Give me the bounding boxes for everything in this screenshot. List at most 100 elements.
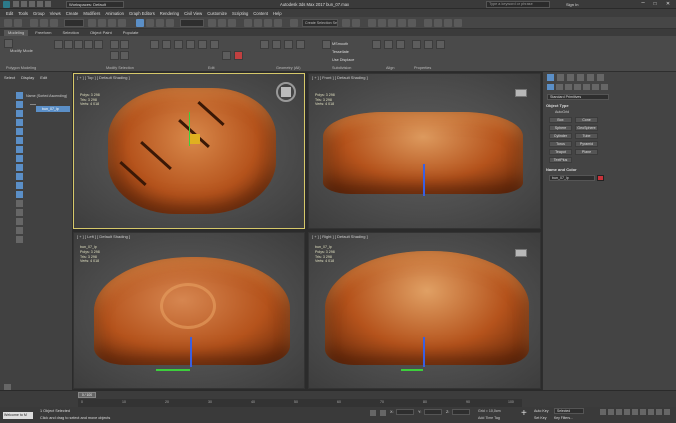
scene-list-item[interactable]: bun_07_lp xyxy=(36,106,70,112)
menu-scripting[interactable]: Scripting xyxy=(232,11,248,16)
modify-tab-icon[interactable] xyxy=(557,74,564,81)
menu-animation[interactable]: Animation xyxy=(105,11,124,16)
select-manipulate-icon[interactable] xyxy=(218,19,226,27)
signin-button[interactable]: Sign In xyxy=(566,2,578,7)
invert-display-icon[interactable] xyxy=(16,218,23,225)
material-editor-icon[interactable] xyxy=(424,19,432,27)
x-coord-field[interactable] xyxy=(396,409,414,415)
minimize-button[interactable]: – xyxy=(638,0,648,8)
scene-tab-edit[interactable]: Edit xyxy=(40,75,47,80)
filter-frozen-icon[interactable] xyxy=(16,182,23,189)
systems-icon[interactable] xyxy=(601,84,608,90)
toggle-scene-explorer-icon[interactable] xyxy=(368,19,376,27)
filter-spacewarps-icon[interactable] xyxy=(16,137,23,144)
pivot-center-icon[interactable] xyxy=(208,19,216,27)
angle-snap-icon[interactable] xyxy=(254,19,262,27)
move-gizmo-z-axis[interactable] xyxy=(423,164,425,196)
scene-root-item[interactable] xyxy=(30,101,36,105)
edge-icon[interactable] xyxy=(64,40,73,49)
group-align[interactable]: Align xyxy=(386,66,394,70)
lock-selection-icon[interactable] xyxy=(370,410,376,416)
viewcube[interactable] xyxy=(515,89,527,97)
toggle-layer-explorer-icon[interactable] xyxy=(378,19,386,27)
constraint-edge-icon[interactable] xyxy=(234,51,243,60)
pyramid-button[interactable]: Pyramid xyxy=(575,141,598,147)
render-production-icon[interactable] xyxy=(454,19,462,27)
move-gizmo-y-axis[interactable] xyxy=(401,369,423,371)
menu-tools[interactable]: Tools xyxy=(18,11,28,16)
tab-modeling[interactable]: Modeling xyxy=(4,29,29,36)
cylinder-button[interactable]: Cylinder xyxy=(549,133,572,139)
rect-selection-icon[interactable] xyxy=(108,19,116,27)
sphere-button[interactable]: Sphere xyxy=(549,125,572,131)
auto-key-button[interactable]: Auto Key xyxy=(534,409,549,413)
polygon-icon[interactable] xyxy=(84,40,93,49)
helpers-icon[interactable] xyxy=(583,84,590,90)
display-none-icon[interactable] xyxy=(16,209,23,216)
grow-icon[interactable] xyxy=(110,40,119,49)
smooth-icon[interactable] xyxy=(424,40,433,49)
pan-icon[interactable] xyxy=(656,409,662,415)
geosphere-button[interactable]: GeoSphere xyxy=(575,125,598,131)
collapse-icon[interactable] xyxy=(296,40,305,49)
unlink-icon[interactable] xyxy=(40,19,48,27)
scene-tab-select[interactable]: Select xyxy=(4,75,15,80)
workspace-dropdown[interactable]: Workspaces: Default xyxy=(66,1,124,8)
motion-tab-icon[interactable] xyxy=(577,74,584,81)
hierarchy-tab-icon[interactable] xyxy=(567,74,574,81)
menu-edit[interactable]: Edit xyxy=(6,11,13,16)
constraint-none-icon[interactable] xyxy=(222,51,231,60)
track-bar[interactable] xyxy=(78,399,522,407)
select-object-icon[interactable] xyxy=(88,19,96,27)
group-edit[interactable]: Edit xyxy=(208,66,215,70)
shrink-icon[interactable] xyxy=(120,40,129,49)
goto-start-icon[interactable] xyxy=(600,409,606,415)
viewport-label[interactable]: [ + ] [ Right ] [ Default Shading ] xyxy=(312,234,368,239)
mirror-icon[interactable] xyxy=(342,19,350,27)
primitive-type-dropdown[interactable]: Standard Primitives xyxy=(547,94,609,100)
reference-coord-dropdown[interactable] xyxy=(180,19,204,27)
new-icon[interactable] xyxy=(13,1,19,7)
filter-containers-icon[interactable] xyxy=(16,173,23,180)
close-button[interactable]: ✕ xyxy=(662,1,674,8)
display-all-icon[interactable] xyxy=(16,200,23,207)
move-icon[interactable] xyxy=(136,19,144,27)
group-geometry-all[interactable]: Geometry (All) xyxy=(276,66,300,70)
tab-populate[interactable]: Populate xyxy=(119,30,143,36)
quickslice-icon[interactable] xyxy=(162,40,171,49)
sync-selection-icon[interactable] xyxy=(16,236,23,243)
app-logo-icon[interactable] xyxy=(3,1,10,8)
filter-helpers-icon[interactable] xyxy=(16,128,23,135)
group-subdivision[interactable]: Subdivision xyxy=(332,66,351,70)
filter-geometry-icon[interactable] xyxy=(16,92,23,99)
find-case-icon[interactable] xyxy=(16,227,23,234)
viewport-left[interactable]: [ + ] [ Left ] [ Default Shading ] bun_0… xyxy=(73,232,305,389)
filter-groups-icon[interactable] xyxy=(16,146,23,153)
undo-icon[interactable] xyxy=(37,1,43,7)
orbit-icon[interactable] xyxy=(664,409,670,415)
redo-icon[interactable] xyxy=(45,1,51,7)
keyboard-shortcut-icon[interactable] xyxy=(228,19,236,27)
curve-editor-icon[interactable] xyxy=(398,19,406,27)
create-icon[interactable] xyxy=(272,40,281,49)
redo-icon[interactable] xyxy=(14,19,22,27)
attach-icon[interactable] xyxy=(284,40,293,49)
absolute-mode-icon[interactable] xyxy=(380,410,386,416)
swift-loop-icon[interactable] xyxy=(174,40,183,49)
viewport-label[interactable]: [ + ] [ Front ] [ Default Shading ] xyxy=(312,75,368,80)
align-view-icon[interactable] xyxy=(372,40,381,49)
move-gizmo-plane[interactable] xyxy=(190,134,200,144)
zoom-icon[interactable] xyxy=(640,409,646,415)
object-color-swatch[interactable] xyxy=(597,175,604,181)
z-coord-field[interactable] xyxy=(452,409,470,415)
align-icon[interactable] xyxy=(352,19,360,27)
snaps-toggle-icon[interactable] xyxy=(244,19,252,27)
menu-rendering[interactable]: Rendering xyxy=(160,11,179,16)
geometry-icon[interactable] xyxy=(547,84,554,90)
menu-civil-view[interactable]: Civil View xyxy=(184,11,202,16)
menu-group[interactable]: Group xyxy=(33,11,45,16)
viewport-label[interactable]: [ + ] [ Left ] [ Default Shading ] xyxy=(77,234,130,239)
graphite-toolbar-icon[interactable] xyxy=(388,19,396,27)
tessellate-label[interactable]: Tessellate xyxy=(332,50,349,54)
border-icon[interactable] xyxy=(74,40,83,49)
